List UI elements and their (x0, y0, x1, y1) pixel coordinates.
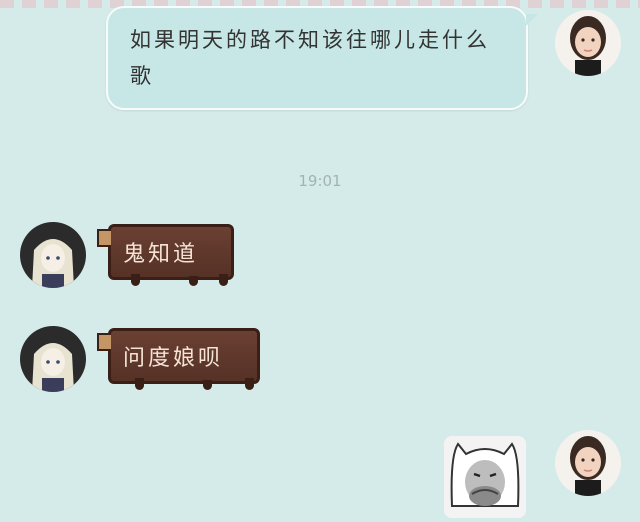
choc-drip (189, 276, 198, 286)
bubble-tab (97, 229, 111, 247)
incoming-message-text: 鬼知道 (123, 242, 199, 267)
bubble-tail (526, 14, 538, 26)
choc-drip (135, 378, 144, 390)
outgoing-message-text: 如果明天的路不知该往哪儿走什么歌 (130, 28, 490, 88)
incoming-message-bubble[interactable]: 问度娘呗 (97, 328, 260, 390)
girl-photo-icon (555, 10, 621, 76)
meme-sticker[interactable] (444, 436, 526, 518)
choc-drip (245, 378, 254, 390)
incoming-message-bubble[interactable]: 鬼知道 (97, 224, 234, 286)
self-avatar-top[interactable] (555, 10, 621, 76)
anime-girl-icon (20, 222, 86, 288)
girl-photo-icon (555, 430, 621, 496)
anime-girl-icon (20, 326, 86, 392)
self-avatar-bottom[interactable] (555, 430, 621, 496)
outgoing-message-bubble[interactable]: 如果明天的路不知该往哪儿走什么歌 (106, 6, 538, 110)
choc-drip (203, 380, 212, 390)
choc-drip (131, 274, 140, 286)
friend-avatar[interactable] (20, 326, 86, 392)
friend-avatar[interactable] (20, 222, 86, 288)
covering-mouth-meme-icon (444, 436, 526, 518)
bubble-tab (97, 333, 111, 351)
choc-drip (219, 274, 228, 286)
timestamp: 19:01 (298, 172, 342, 190)
incoming-message-text: 问度娘呗 (123, 346, 224, 371)
